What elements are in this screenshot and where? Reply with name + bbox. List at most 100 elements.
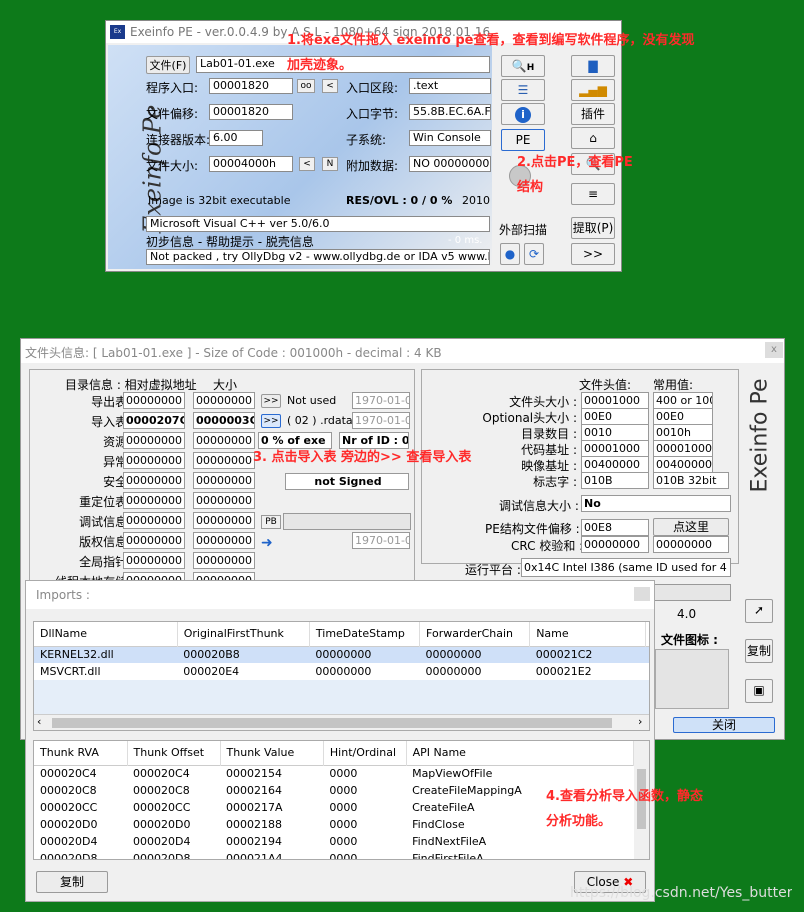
pb-dropdown[interactable] — [283, 513, 411, 530]
thunk-row[interactable]: 000020C4 000020C4 00002154 0000 MapViewOfFil… — [34, 765, 634, 782]
header-row-common[interactable]: 010B 32bit — [653, 472, 729, 489]
header-row-value[interactable]: 00001000 — [581, 392, 649, 409]
header-row-value[interactable]: 010B — [581, 472, 649, 489]
dll-row[interactable]: MSVCRT.dll 000020E4 00000000 00000000 000021… — [34, 663, 649, 680]
dir-row-size[interactable]: 00000000 — [193, 552, 255, 569]
dir-row-rva[interactable]: 00000000 — [123, 472, 185, 489]
thunk-column-header[interactable]: Thunk Value — [220, 741, 324, 765]
dir-row-rva[interactable]: 00000000 — [123, 512, 185, 529]
thunk-column-header[interactable]: Thunk Offset — [127, 741, 221, 765]
dropdown-2[interactable] — [653, 584, 731, 601]
dll-hscroll[interactable]: ‹ › — [34, 714, 649, 730]
scroll-right-icon[interactable]: › — [638, 715, 642, 728]
dir-row-size[interactable]: 00000000 — [193, 532, 255, 549]
pb-button[interactable]: PB — [261, 515, 281, 529]
pointer-icon[interactable]: ➚ — [745, 599, 773, 623]
dir-row-size[interactable]: 00000000 — [193, 452, 255, 469]
dir-row-size[interactable]: 00000000 — [193, 392, 255, 409]
menu-icon[interactable]: ≡ — [571, 183, 615, 205]
header-row-common[interactable]: 00400000 — [653, 456, 713, 473]
import-more-button[interactable]: >> — [261, 414, 281, 428]
search-icon[interactable]: 🔍H — [501, 55, 545, 77]
header-row-value[interactable]: 00001000 — [581, 440, 649, 457]
section-field[interactable]: .text — [409, 78, 491, 94]
header-close-icon[interactable]: x — [765, 342, 783, 358]
thunk-row[interactable]: 000020CC 000020CC 0000217A 0000 CreateFileA — [34, 799, 634, 816]
dir-row-rva[interactable]: 00000000 — [123, 492, 185, 509]
thunk-cell: 000020D4 — [133, 835, 191, 848]
dir-row-label: 版权信息 : — [79, 535, 135, 549]
dir-row-rva[interactable]: 00000000 — [123, 532, 185, 549]
n-button[interactable]: N — [322, 157, 338, 171]
globe-icon[interactable]: ● — [500, 243, 520, 265]
chart-icon[interactable]: ▂▄▆ — [571, 79, 615, 101]
pe-button[interactable]: PE — [501, 129, 545, 151]
platform-value[interactable]: 0x14C Intel I386 (same ID used for 4 — [521, 558, 731, 577]
oo-button[interactable]: oo — [297, 79, 315, 93]
header-row-common[interactable]: 0010h — [653, 424, 713, 441]
home-icon[interactable]: ⌂ — [571, 127, 615, 149]
refresh-icon[interactable]: ⟳ — [524, 243, 544, 265]
open-folder-icon[interactable]: ▇ — [571, 55, 615, 77]
linker-field[interactable]: 6.00 — [209, 130, 263, 146]
imports-copy-button[interactable]: 复制 — [36, 871, 108, 893]
thunk-row[interactable]: 000020C8 000020C8 00002164 0000 CreateFileMa… — [34, 782, 634, 799]
header-row-common[interactable]: 00E0 — [653, 408, 713, 425]
subsystem-field[interactable]: Win Console — [409, 130, 491, 146]
thunk-column-header[interactable]: API Name — [406, 741, 635, 765]
header-row-value[interactable]: 00E0 — [581, 408, 649, 425]
overlay-field[interactable]: NO 00000000 — [409, 156, 491, 172]
header-row-common[interactable]: 00001000 — [653, 440, 713, 457]
info-icon[interactable]: i — [501, 103, 545, 125]
dll-column-header[interactable]: Name — [529, 622, 646, 646]
dir-row-rva[interactable]: 0000207C — [123, 412, 185, 429]
imports-close-icon[interactable] — [634, 587, 650, 601]
more-button[interactable]: >> — [571, 243, 615, 265]
dir-row-rva[interactable]: 00000000 — [123, 432, 185, 449]
header-row-value[interactable]: 00400000 — [581, 456, 649, 473]
dir-row-size[interactable]: 00000000 — [193, 512, 255, 529]
dll-column-header[interactable]: ForwarderChain — [419, 622, 531, 646]
offset-field[interactable]: 00001820 — [209, 104, 293, 120]
size-field[interactable]: 00004000h — [209, 156, 293, 172]
dll-row[interactable]: KERNEL32.dll 000020B8 00000000 00000000 0000… — [34, 646, 649, 663]
scroll-thumb[interactable] — [52, 718, 612, 728]
header-row-value[interactable]: 0010 — [581, 424, 649, 441]
entry-prev-button[interactable]: < — [322, 79, 338, 93]
file-button[interactable]: 文件(F) — [146, 56, 190, 74]
size-prev-button[interactable]: < — [299, 157, 315, 171]
dir-row-size[interactable]: 00000000 — [193, 472, 255, 489]
arrow-icon[interactable]: ➜ — [261, 535, 273, 551]
dir-row-label: 导入表 : — [91, 415, 135, 429]
camera-icon[interactable]: ▣ — [745, 679, 773, 703]
dll-column-header[interactable]: FirstThunk — [645, 622, 649, 646]
first-bytes-field[interactable]: 55.8B.EC.6A.FF — [409, 104, 491, 120]
entry-field[interactable]: 00001820 — [209, 78, 293, 94]
thunk-body: 000020C4 000020C4 00002154 0000 MapViewOfFil… — [34, 765, 634, 859]
dir-row-size[interactable]: 00000000 — [193, 492, 255, 509]
dir-row-rva[interactable]: 00000000 — [123, 552, 185, 569]
annotation-1: 1.将exe文件拖入 exeinfo pe查看，查看到编写软件程序，没有发现 — [287, 33, 695, 48]
thunk-row[interactable]: 000020D4 000020D4 00002194 0000 FindNextFile… — [34, 833, 634, 850]
extract-button[interactable]: 提取(P) — [571, 217, 615, 239]
packed-info-field: Not packed , try OllyDbg v2 - www.ollydb… — [146, 249, 490, 265]
header-copy-button[interactable]: 复制 — [745, 639, 773, 663]
export-more-button[interactable]: >> — [261, 394, 281, 408]
header-row-common[interactable]: 400 or 1000 — [653, 392, 713, 409]
dir-row-size[interactable]: 00000000 — [193, 432, 255, 449]
dir-row-rva[interactable]: 00000000 — [123, 452, 185, 469]
dll-column-header[interactable]: OriginalFirstThunk — [177, 622, 310, 646]
plugins-button[interactable]: 插件(G) — [571, 103, 615, 141]
header-close-button[interactable]: 关闭 — [673, 717, 775, 733]
dir-row-rva[interactable]: 00000000 — [123, 392, 185, 409]
click-here-button[interactable]: 点这里 — [653, 518, 729, 536]
thunk-row[interactable]: 000020D8 000020D8 000021A4 0000 FindFirstFil… — [34, 850, 634, 859]
thunk-row[interactable]: 000020D0 000020D0 00002188 0000 FindClose — [34, 816, 634, 833]
dll-column-header[interactable]: TimeDateStamp — [309, 622, 421, 646]
thunk-column-header[interactable]: Thunk RVA — [34, 741, 128, 765]
dir-row-size[interactable]: 0000003C — [193, 412, 255, 429]
thunk-column-header[interactable]: Hint/Ordinal — [323, 741, 407, 765]
list-icon[interactable]: ☰ — [501, 79, 545, 101]
scroll-left-icon[interactable]: ‹ — [37, 715, 41, 728]
dll-column-header[interactable]: DllName — [34, 622, 178, 646]
